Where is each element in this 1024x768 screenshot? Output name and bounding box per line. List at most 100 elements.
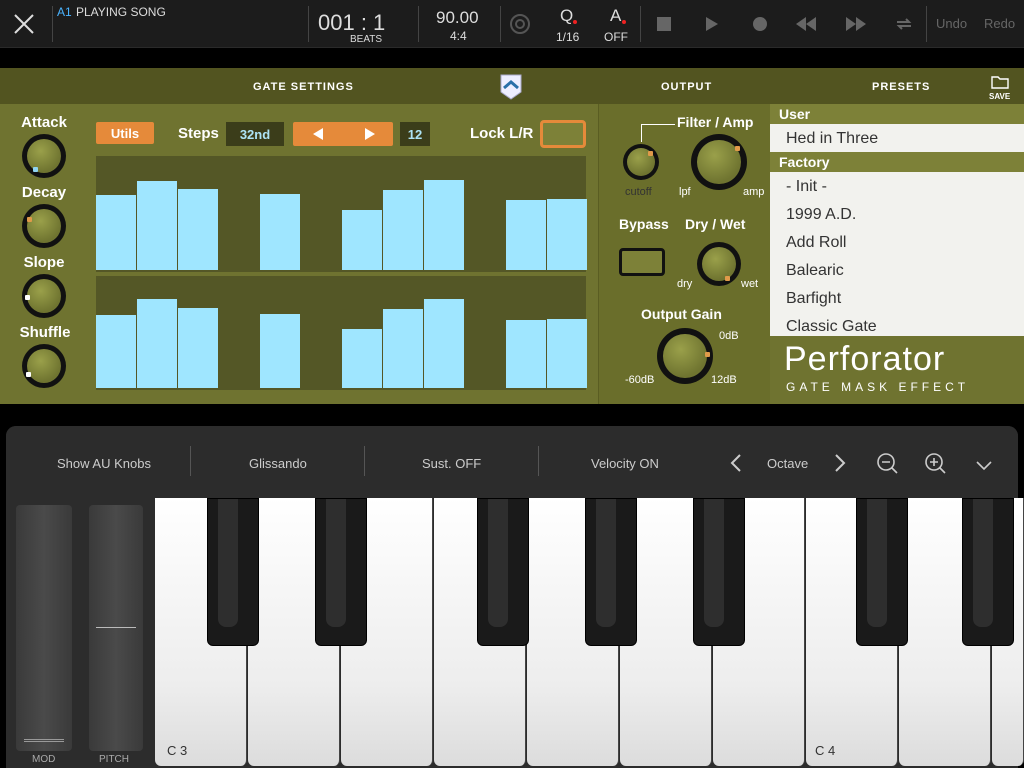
metronome-icon[interactable] [509, 13, 531, 35]
step-bar[interactable] [96, 315, 136, 388]
black-key[interactable] [315, 498, 367, 646]
utils-button[interactable]: Utils [96, 122, 154, 144]
black-key[interactable] [693, 498, 745, 646]
zoom-in-icon[interactable] [924, 452, 946, 474]
keyboard-toolbar: Show AU Knobs Glissando Sust. OFF Veloci… [6, 426, 1018, 496]
transport-bar: A1 PLAYING SONG 001 : 1 BEATS 90.00 4:4 … [0, 0, 1024, 48]
shuffle-knob[interactable] [22, 344, 66, 388]
sustain-button[interactable]: Sust. OFF [422, 456, 481, 471]
pitch-wheel[interactable] [89, 505, 143, 751]
bypass-toggle[interactable] [619, 248, 665, 276]
step-bar[interactable] [96, 195, 136, 270]
zoom-out-icon[interactable] [876, 452, 898, 474]
fast-forward-icon[interactable] [846, 14, 866, 34]
play-icon[interactable] [702, 14, 722, 34]
track-label: A1 [57, 5, 72, 19]
chevron-down-icon[interactable] [976, 458, 992, 471]
steps-resolution[interactable]: 32nd [226, 122, 284, 146]
logo-icon [500, 74, 522, 100]
dry-label: dry [677, 278, 693, 290]
tab-presets[interactable]: PRESETS [872, 81, 930, 93]
black-key[interactable] [477, 498, 529, 646]
dry-wet-knob[interactable] [697, 242, 741, 286]
tab-output[interactable]: OUTPUT [661, 81, 712, 93]
preset-item[interactable]: Classic Gate [786, 318, 877, 336]
preset-item[interactable]: 1999 A.D. [786, 206, 856, 224]
rewind-icon[interactable] [796, 14, 816, 34]
decay-knob[interactable] [22, 204, 66, 248]
cutoff-knob[interactable] [623, 144, 659, 180]
black-key[interactable] [207, 498, 259, 646]
attack-knob[interactable] [22, 134, 66, 178]
c3-label: C 3 [167, 743, 188, 758]
chevron-left-icon[interactable] [730, 454, 742, 472]
c4-label: C 4 [815, 743, 836, 758]
black-key[interactable] [585, 498, 637, 646]
glissando-button[interactable]: Glissando [249, 456, 307, 471]
filter-amp-knob[interactable] [691, 134, 747, 190]
redo-button[interactable]: Redo [984, 16, 1015, 31]
preset-item[interactable]: - Init - [786, 178, 827, 196]
plugin-panel: GATE SETTINGS OUTPUT PRESETS SAVE Attack… [0, 68, 1024, 404]
undo-button[interactable]: Undo [936, 16, 967, 31]
automation-label[interactable]: A [610, 6, 621, 26]
step-bar[interactable] [506, 200, 546, 270]
tempo-display[interactable]: 90.00 [436, 8, 479, 28]
step-bar[interactable] [383, 309, 423, 388]
output-gain-knob[interactable] [657, 328, 713, 384]
preset-item[interactable]: Balearic [786, 262, 844, 280]
quantize-label[interactable]: Q [560, 6, 573, 26]
output-panel: Filter / Amp cutoff lpf amp Bypass Dry /… [598, 104, 770, 404]
folder-icon[interactable] [991, 75, 1009, 89]
velocity-button[interactable]: Velocity ON [591, 456, 659, 471]
chevron-right-icon[interactable] [834, 454, 846, 472]
slope-knob[interactable] [22, 274, 66, 318]
step-bar[interactable] [424, 180, 464, 270]
black-key[interactable] [856, 498, 908, 646]
step-bar[interactable] [260, 314, 300, 388]
gate-settings-panel: Attack Decay Slope Shuffle Utils Steps 3… [0, 104, 598, 404]
step-bar[interactable] [547, 319, 587, 388]
preset-item[interactable]: Barfight [786, 290, 841, 308]
mod-label: MOD [32, 754, 56, 765]
preset-item[interactable]: Add Roll [786, 234, 846, 252]
mod-wheel[interactable] [16, 505, 72, 751]
time-signature: 4:4 [450, 29, 467, 43]
step-bar[interactable] [137, 181, 177, 270]
brand-tagline: GATE MASK EFFECT [786, 380, 970, 394]
preset-item[interactable]: Hed in Three [786, 130, 878, 148]
gain-0db-label: 0dB [719, 330, 739, 342]
step-bar[interactable] [137, 299, 177, 388]
amp-label: amp [743, 186, 765, 198]
show-au-knobs-button[interactable]: Show AU Knobs [57, 456, 151, 471]
position-display[interactable]: 001 : 1 [318, 10, 385, 36]
step-count-arrows[interactable] [293, 122, 393, 146]
stop-icon[interactable] [654, 14, 674, 34]
automation-value: OFF [604, 30, 628, 44]
factory-presets-header: Factory [770, 152, 1024, 172]
quantize-value: 1/16 [556, 30, 580, 44]
output-gain-label: Output Gain [641, 306, 722, 322]
slope-label: Slope [23, 254, 65, 271]
step-bar[interactable] [424, 299, 464, 388]
black-key[interactable] [962, 498, 1014, 646]
step-bar[interactable] [342, 210, 382, 270]
tab-gate-settings[interactable]: GATE SETTINGS [253, 81, 354, 93]
save-label[interactable]: SAVE [989, 92, 1010, 101]
filter-amp-label: Filter / Amp [677, 114, 754, 130]
octave-label: Octave [767, 456, 809, 471]
step-bar[interactable] [342, 329, 382, 388]
cutoff-label: cutoff [625, 186, 652, 198]
step-bar[interactable] [178, 189, 218, 270]
close-icon[interactable] [12, 12, 36, 36]
dry-wet-label: Dry / Wet [685, 216, 746, 232]
step-bar[interactable] [260, 194, 300, 270]
steps-label: Steps [178, 125, 219, 142]
record-icon[interactable] [750, 14, 770, 34]
loop-icon[interactable] [894, 14, 914, 34]
step-bar[interactable] [547, 199, 587, 270]
lock-lr-toggle[interactable] [540, 120, 586, 148]
step-bar[interactable] [178, 308, 218, 388]
step-bar[interactable] [383, 190, 423, 270]
step-bar[interactable] [506, 320, 546, 388]
